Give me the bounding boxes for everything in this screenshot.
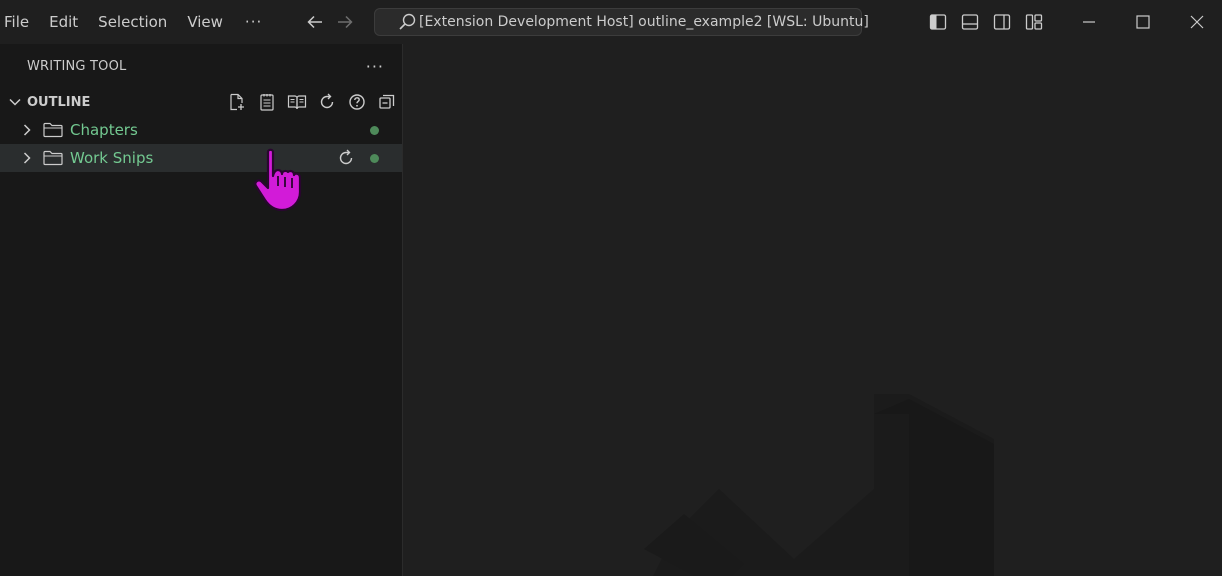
sidebar-header: WRITING TOOL ··· (0, 44, 402, 88)
forward-arrow-icon[interactable] (330, 7, 360, 37)
tree-item-label: Work Snips (70, 149, 154, 167)
toggle-primary-sidebar-icon[interactable] (922, 7, 954, 37)
outline-actions (224, 88, 404, 116)
menu-edit[interactable]: Edit (39, 0, 88, 44)
customize-layout-icon[interactable] (1018, 7, 1050, 37)
sidebar: WRITING TOOL ··· OUTLINE Chapters Work S… (0, 44, 403, 576)
layout-controls (922, 0, 1050, 44)
maximize-icon[interactable] (1116, 0, 1170, 44)
toggle-panel-icon[interactable] (954, 7, 986, 37)
outline-section-header[interactable]: OUTLINE (0, 88, 402, 116)
chevron-down-icon[interactable] (6, 92, 24, 112)
back-arrow-icon[interactable] (300, 7, 330, 37)
command-center-title: [Extension Development Host] outline_exa… (419, 14, 869, 30)
tree-item-work-snips[interactable]: Work Snips (0, 144, 402, 172)
vscode-logo-watermark-icon (624, 394, 1004, 576)
menu-view[interactable]: View (177, 0, 233, 44)
toggle-secondary-sidebar-icon[interactable] (986, 7, 1018, 37)
menu-selection[interactable]: Selection (88, 0, 177, 44)
chevron-right-icon[interactable] (18, 120, 36, 140)
window-controls (1062, 0, 1222, 44)
status-dot (370, 154, 379, 163)
menu-more[interactable]: ··· (233, 0, 274, 44)
title-bar: File Edit Selection View ··· [Extension … (0, 0, 1222, 44)
new-file-icon[interactable] (224, 90, 250, 114)
menu-file[interactable]: File (0, 0, 39, 44)
minimize-icon[interactable] (1062, 0, 1116, 44)
help-icon[interactable] (344, 90, 370, 114)
search-icon (397, 10, 417, 34)
book-icon[interactable] (284, 90, 310, 114)
outline-section-title: OUTLINE (27, 94, 91, 110)
command-center[interactable]: [Extension Development Host] outline_exa… (374, 8, 869, 36)
navigation-controls (300, 0, 360, 44)
refresh-icon[interactable] (314, 90, 340, 114)
close-icon[interactable] (1170, 0, 1222, 44)
outline-tree: Chapters Work Snips (0, 116, 402, 172)
notes-icon[interactable] (254, 90, 280, 114)
sidebar-more-actions[interactable]: ··· (366, 57, 384, 76)
sidebar-title: WRITING TOOL (27, 58, 127, 74)
chevron-right-icon[interactable] (18, 148, 36, 168)
folder-icon (42, 120, 64, 140)
menu-bar: File Edit Selection View ··· (0, 0, 274, 44)
tree-item-label: Chapters (70, 121, 138, 139)
editor-area (404, 44, 1222, 576)
refresh-icon[interactable] (334, 146, 358, 170)
hand-pointer-cursor-icon (250, 146, 306, 214)
folder-icon (42, 148, 64, 168)
status-dot (370, 126, 379, 135)
tree-item-chapters[interactable]: Chapters (0, 116, 402, 144)
collapse-all-icon[interactable] (374, 90, 400, 114)
